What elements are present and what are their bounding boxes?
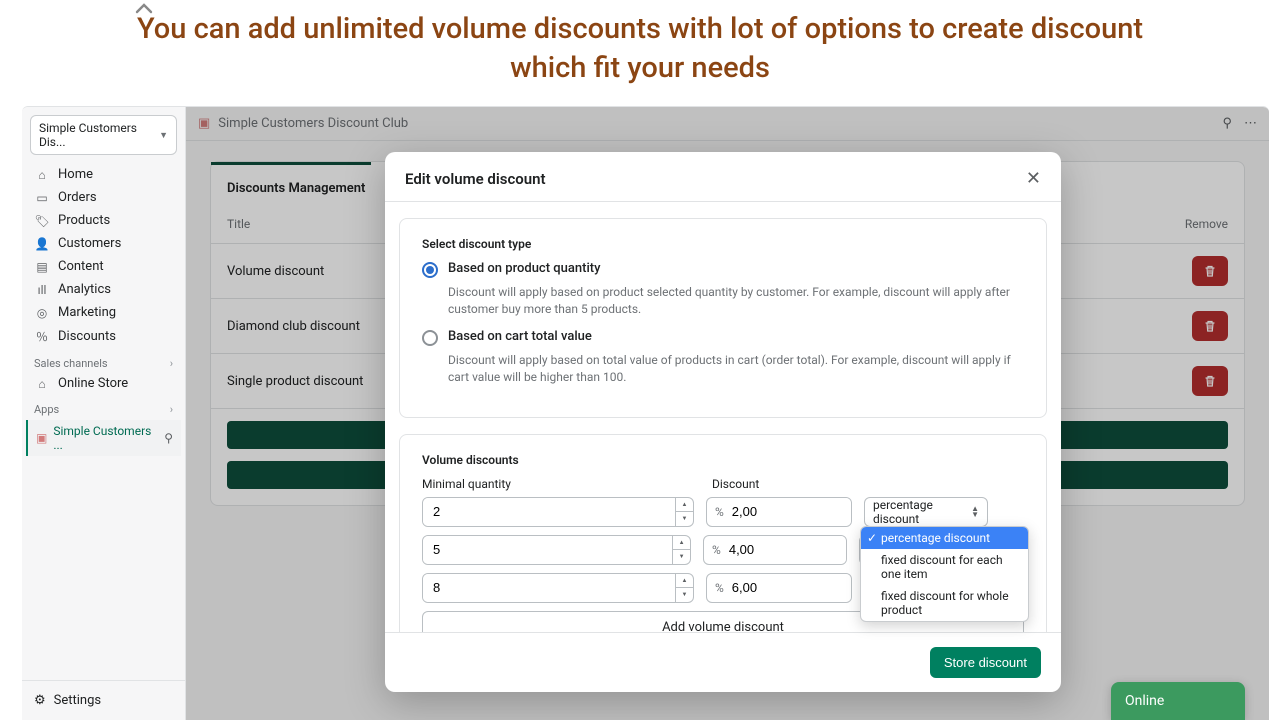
step-down-icon[interactable]: ▼ [673, 550, 690, 564]
dropdown-option[interactable]: fixed discount for whole product [861, 585, 1028, 621]
sidebar-item-analytics[interactable]: ıll Analytics [22, 278, 185, 301]
sidebar-item-online-store[interactable]: ⌂ Online Store [22, 372, 185, 395]
step-up-icon[interactable]: ▲ [676, 574, 693, 589]
radio-label: Based on cart total value [448, 329, 592, 344]
chevron-up-icon [135, 2, 153, 14]
marketing-icon: ◎ [34, 306, 50, 320]
sidebar-item-label: Home [58, 167, 93, 182]
person-icon: 👤 [34, 237, 50, 251]
sidebar-item-label: Simple Customers ... [53, 424, 158, 452]
apps-header[interactable]: Apps › [22, 395, 185, 418]
sidebar-item-label: Content [58, 259, 104, 274]
percent-icon: % [707, 581, 732, 595]
discount-type-section: Select discount type Based on product qu… [399, 218, 1047, 418]
section-label: Volume discounts [422, 453, 1024, 467]
sidebar-item-label: Discounts [58, 329, 116, 344]
tag-icon: 🏷 [34, 214, 50, 228]
sidebar-item-current-app[interactable]: ▣ Simple Customers ... ⚲ [26, 420, 181, 456]
tier-row: ▲▼ % ▲▼ percentage discount ▲▼ [422, 497, 1024, 527]
radio-label: Based on product quantity [448, 261, 600, 276]
hero-headline: You can add unlimited volume discounts w… [0, 0, 1280, 96]
store-discount-button[interactable]: Store discount [930, 647, 1041, 678]
section-label: Sales channels [34, 357, 108, 370]
sidebar-item-label: Settings [54, 693, 101, 708]
discount-type-dropdown: percentage discount fixed discount for e… [860, 526, 1029, 622]
discount-input[interactable]: % ▲▼ [706, 497, 852, 527]
sidebar-item-settings[interactable]: ⚙ Settings [22, 680, 185, 720]
sidebar-item-discounts[interactable]: ％ Discounts [22, 324, 185, 349]
sidebar-item-label: Marketing [58, 305, 116, 320]
discount-field[interactable] [732, 574, 852, 602]
sidebar-item-home[interactable]: ⌂ Home [22, 163, 185, 186]
sidebar-item-products[interactable]: 🏷 Products [22, 209, 185, 232]
sidebar-item-marketing[interactable]: ◎ Marketing [22, 301, 185, 324]
step-up-icon[interactable]: ▲ [673, 536, 690, 551]
app-selector-label: Simple Customers Dis... [39, 121, 159, 149]
step-down-icon[interactable]: ▼ [676, 512, 693, 526]
select-value: percentage discount [873, 498, 971, 526]
sidebar: Simple Customers Dis... ▼ ⌂Home ▭Orders … [22, 107, 186, 720]
discount-field[interactable] [732, 498, 852, 526]
discount-icon: ％ [34, 328, 50, 345]
sidebar-item-label: Products [58, 213, 110, 228]
online-status-widget[interactable]: Online [1111, 682, 1245, 720]
chevron-right-icon: › [170, 403, 173, 416]
radio-description: Discount will apply based on total value… [448, 352, 1024, 387]
sidebar-item-label: Analytics [58, 282, 111, 297]
section-label: Select discount type [422, 237, 1024, 251]
qty-field[interactable] [423, 536, 672, 564]
radio-icon [422, 262, 438, 278]
discount-input[interactable]: % ▲▼ [706, 573, 852, 603]
dropdown-option[interactable]: fixed discount for each one item [861, 549, 1028, 585]
radio-cart-total[interactable]: Based on cart total value [422, 329, 1024, 346]
sidebar-item-content[interactable]: ▤ Content [22, 255, 185, 278]
disc-header: Discount [712, 477, 1024, 491]
qty-field[interactable] [423, 498, 675, 526]
step-up-icon[interactable]: ▲ [676, 498, 693, 513]
qty-field[interactable] [423, 574, 675, 602]
sales-channels-header[interactable]: Sales channels › [22, 349, 185, 372]
caret-down-icon: ▼ [159, 130, 168, 141]
qty-input[interactable]: ▲▼ [422, 497, 694, 527]
sort-icon: ▲▼ [971, 506, 979, 517]
content-icon: ▤ [34, 260, 50, 274]
radio-icon [422, 330, 438, 346]
discount-field[interactable] [729, 536, 848, 564]
qty-header: Minimal quantity [422, 477, 694, 491]
modal-title: Edit volume discount [405, 170, 546, 188]
analytics-icon: ıll [34, 283, 50, 297]
discount-input[interactable]: % ▲▼ [703, 535, 847, 565]
gear-icon: ⚙ [34, 693, 46, 708]
chevron-right-icon: › [170, 357, 173, 370]
pin-icon[interactable]: ⚲ [164, 431, 173, 445]
radio-quantity[interactable]: Based on product quantity [422, 261, 1024, 278]
store-icon: ⌂ [34, 377, 50, 391]
sidebar-item-orders[interactable]: ▭ Orders [22, 186, 185, 209]
percent-icon: % [707, 505, 732, 519]
sidebar-item-label: Customers [58, 236, 121, 251]
online-label: Online [1125, 693, 1164, 709]
close-icon[interactable]: ✕ [1026, 168, 1041, 189]
sidebar-item-label: Orders [58, 190, 97, 205]
discount-type-select[interactable]: percentage discount ▲▼ [864, 497, 988, 527]
dropdown-option[interactable]: percentage discount [861, 527, 1028, 549]
home-icon: ⌂ [34, 168, 50, 182]
percent-icon: % [704, 543, 729, 557]
radio-description: Discount will apply based on product sel… [448, 284, 1024, 319]
stepper[interactable]: ▲▼ [675, 498, 693, 526]
section-label: Apps [34, 403, 59, 416]
qty-input[interactable]: ▲▼ [422, 573, 694, 603]
step-down-icon[interactable]: ▼ [676, 588, 693, 602]
sidebar-item-label: Online Store [58, 376, 128, 391]
stepper[interactable]: ▲▼ [675, 574, 693, 602]
app-selector[interactable]: Simple Customers Dis... ▼ [30, 115, 177, 155]
orders-icon: ▭ [34, 191, 50, 205]
app-icon: ▣ [36, 431, 47, 445]
qty-input[interactable]: ▲▼ [422, 535, 691, 565]
stepper[interactable]: ▲▼ [672, 536, 690, 564]
sidebar-item-customers[interactable]: 👤 Customers [22, 232, 185, 255]
